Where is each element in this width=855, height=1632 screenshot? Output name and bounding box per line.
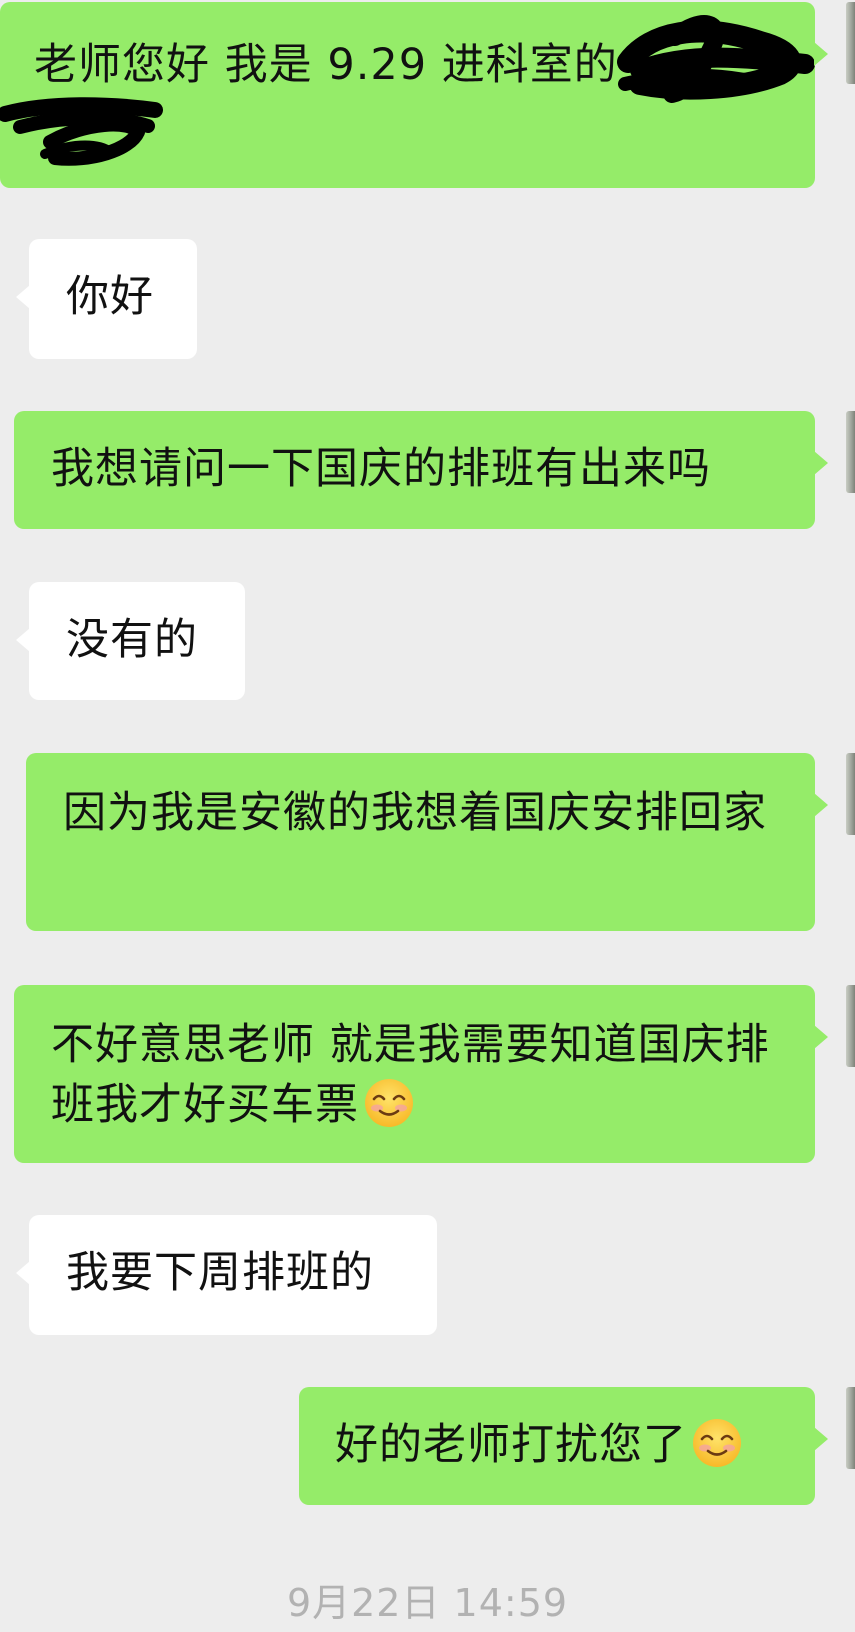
message-text: 我要下周排班的 [66, 1248, 374, 1298]
sender-avatar[interactable] [846, 753, 855, 835]
sender-avatar[interactable] [846, 985, 855, 1067]
message-bubble-sent[interactable]: 我想请问一下国庆的排班有出来吗 [14, 411, 828, 529]
message-bubble-received[interactable]: 没有的 [16, 582, 245, 700]
message-bubble-sent[interactable]: 老师您好 我是 9.29 进科室的 [0, 2, 828, 188]
message-text: 好的老师打扰您了 [335, 1420, 687, 1470]
sender-avatar[interactable] [846, 2, 855, 84]
message-bubble-received[interactable]: 你好 [16, 239, 197, 359]
sender-avatar[interactable] [846, 411, 855, 493]
chat-conversation: 老师您好 我是 9.29 进科室的 你好 我想请问一下国庆的排班有出来吗 没有的… [0, 0, 855, 1632]
message-text: 你好 [66, 272, 154, 322]
sender-avatar[interactable] [846, 1387, 855, 1469]
message-bubble-received[interactable]: 我要下周排班的 [16, 1215, 437, 1335]
message-bubble-sent[interactable]: 因为我是安徽的我想着国庆安排回家 [26, 753, 828, 931]
redaction-scribble [0, 15, 815, 166]
message-bubble-sent[interactable]: 不好意思老师 就是我需要知道国庆排班我才好买车票 [14, 985, 828, 1163]
message-text: 老师您好 我是 9.29 进科室的 [34, 40, 618, 90]
message-timestamp: 9月22日 14:59 [286, 1581, 569, 1625]
message-text: 没有的 [66, 615, 198, 665]
message-bubble-sent[interactable]: 好的老师打扰您了 [299, 1387, 828, 1505]
message-text: 因为我是安徽的我想着国庆安排回家 [63, 788, 767, 838]
smiling-face-icon [365, 1079, 413, 1127]
message-text: 我想请问一下国庆的排班有出来吗 [51, 444, 711, 494]
smiling-face-icon [693, 1419, 741, 1467]
